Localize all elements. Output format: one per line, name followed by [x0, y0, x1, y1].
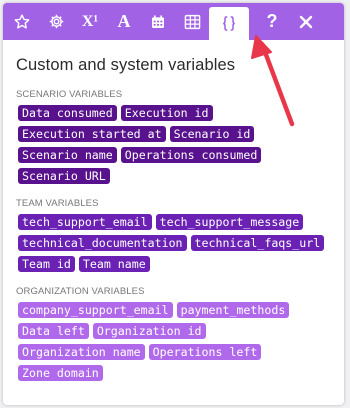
variable-chip[interactable]: payment_methods [176, 302, 290, 318]
variable-chip[interactable]: Data consumed [18, 105, 117, 121]
superscript-icon[interactable]: X¹ [73, 3, 107, 40]
variables-panel: X¹ A ? Custom and system variables SCENA… [3, 3, 344, 405]
variable-chip[interactable]: Team id [18, 256, 75, 272]
section-heading-team: TEAM VARIABLES [16, 198, 99, 209]
variable-chip[interactable]: Data left [18, 323, 89, 339]
variable-chip[interactable]: Organization id [92, 323, 206, 339]
scenario-variables: Data consumed Execution id Execution sta… [16, 105, 332, 184]
variable-chip[interactable]: technical_documentation [18, 235, 187, 251]
variable-chip[interactable]: Operations left [148, 344, 262, 360]
variable-chip[interactable]: Scenario name [18, 147, 117, 163]
table-icon[interactable] [175, 3, 209, 40]
section-heading-organization: ORGANIZATION VARIABLES [16, 286, 145, 297]
help-icon[interactable]: ? [255, 3, 289, 40]
variable-chip[interactable]: tech_support_email [18, 214, 152, 230]
team-variables: tech_support_email tech_support_message … [16, 214, 332, 272]
variables-tab[interactable] [209, 7, 249, 40]
section-heading-scenario: SCENARIO VARIABLES [16, 89, 123, 100]
text-icon[interactable]: A [107, 3, 141, 40]
variables-icon [223, 16, 235, 31]
calendar-icon[interactable] [141, 3, 175, 40]
star-icon[interactable] [5, 3, 39, 40]
variable-chip[interactable]: Operations consumed [120, 147, 262, 163]
variable-chip[interactable]: Team name [78, 256, 150, 272]
variable-chip[interactable]: Scenario id [169, 126, 255, 142]
organization-variables: company_support_email payment_methods Da… [16, 302, 332, 381]
variable-chip[interactable]: technical_faqs_url [190, 235, 325, 251]
variable-chip[interactable]: Zone domain [18, 365, 103, 381]
variable-chip[interactable]: Organization name [18, 344, 145, 360]
panel-title: Custom and system variables [16, 56, 236, 74]
variable-chip[interactable]: Execution started at [18, 126, 166, 142]
gear-icon[interactable] [39, 3, 73, 40]
toolbar: X¹ A ? [3, 3, 344, 40]
variable-chip[interactable]: Execution id [120, 105, 213, 121]
variable-chip[interactable]: company_support_email [18, 302, 173, 318]
variable-chip[interactable]: Scenario URL [18, 168, 110, 184]
variable-chip[interactable]: tech_support_message [155, 214, 304, 230]
close-icon[interactable] [289, 3, 323, 40]
variables-content: Custom and system variables SCENARIO VAR… [3, 56, 344, 381]
